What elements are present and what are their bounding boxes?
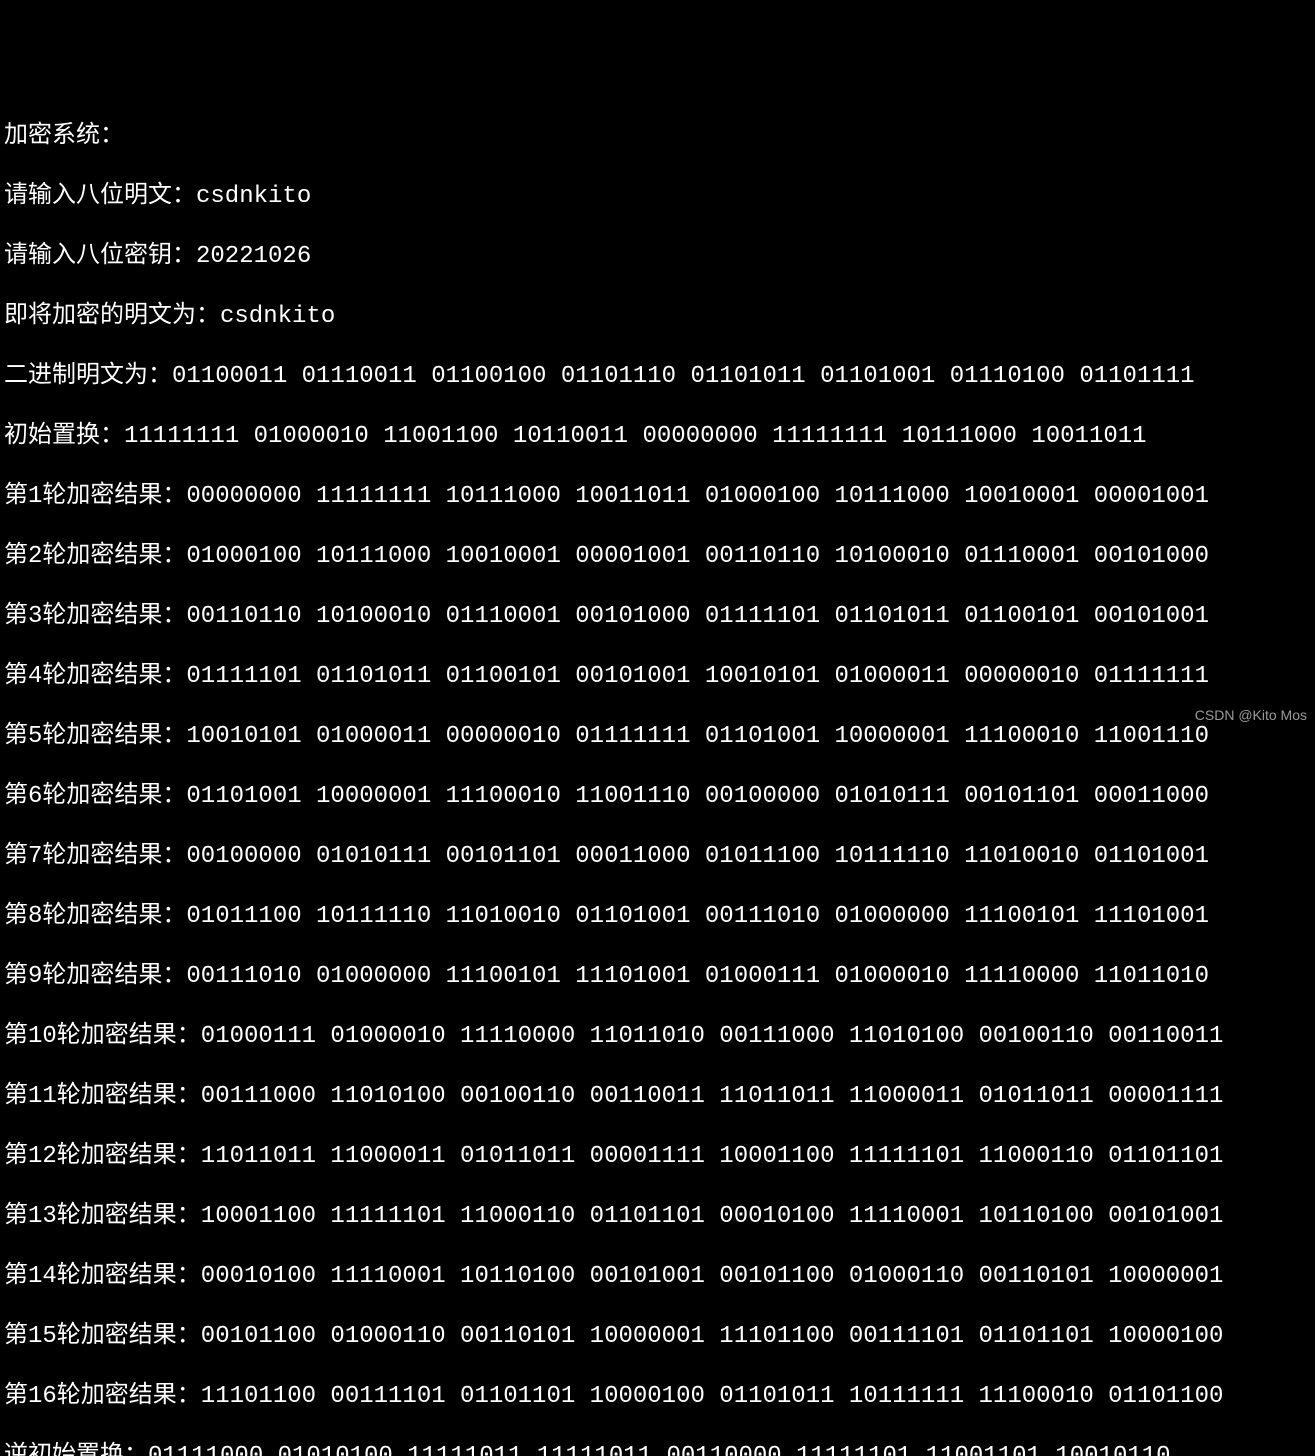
round-line: 第16轮加密结果：11101100 00111101 01101101 1000… [4, 1382, 1311, 1412]
inverse-perm-line: 逆初始置换：01111000 01010100 11111011 1111101… [4, 1442, 1311, 1456]
key-prompt-line: 请输入八位密钥：20221026 [4, 242, 1311, 272]
round-line: 第5轮加密结果：10010101 01000011 00000010 01111… [4, 722, 1311, 752]
round-line: 第2轮加密结果：01000100 10111000 10010001 00001… [4, 542, 1311, 572]
plaintext-prompt-line: 请输入八位明文：csdnkito [4, 182, 1311, 212]
round-line: 第1轮加密结果：00000000 11111111 10111000 10011… [4, 482, 1311, 512]
round-line: 第15轮加密结果：00101100 01000110 00110101 1000… [4, 1322, 1311, 1352]
watermark-text: CSDN @Kito Mos [1195, 707, 1307, 725]
round-line: 第10轮加密结果：01000111 01000010 11110000 1101… [4, 1022, 1311, 1052]
round-line: 第8轮加密结果：01011100 10111110 11010010 01101… [4, 902, 1311, 932]
binary-plaintext-line: 二进制明文为：01100011 01110011 01100100 011011… [4, 362, 1311, 392]
round-line: 第13轮加密结果：10001100 11111101 11000110 0110… [4, 1202, 1311, 1232]
plaintext-echo-line: 即将加密的明文为：csdnkito [4, 302, 1311, 332]
round-line: 第3轮加密结果：00110110 10100010 01110001 00101… [4, 602, 1311, 632]
round-line: 第7轮加密结果：00100000 01010111 00101101 00011… [4, 842, 1311, 872]
round-line: 第14轮加密结果：00010100 11110001 10110100 0010… [4, 1262, 1311, 1292]
initial-perm-line: 初始置换：11111111 01000010 11001100 10110011… [4, 422, 1311, 452]
round-line: 第6轮加密结果：01101001 10000001 11100010 11001… [4, 782, 1311, 812]
round-line: 第4轮加密结果：01111101 01101011 01100101 00101… [4, 662, 1311, 692]
round-line: 第11轮加密结果：00111000 11010100 00100110 0011… [4, 1082, 1311, 1112]
header-line: 加密系统： [4, 122, 1311, 152]
round-line: 第9轮加密结果：00111010 01000000 11100101 11101… [4, 962, 1311, 992]
round-line: 第12轮加密结果：11011011 11000011 01011011 0000… [4, 1142, 1311, 1172]
